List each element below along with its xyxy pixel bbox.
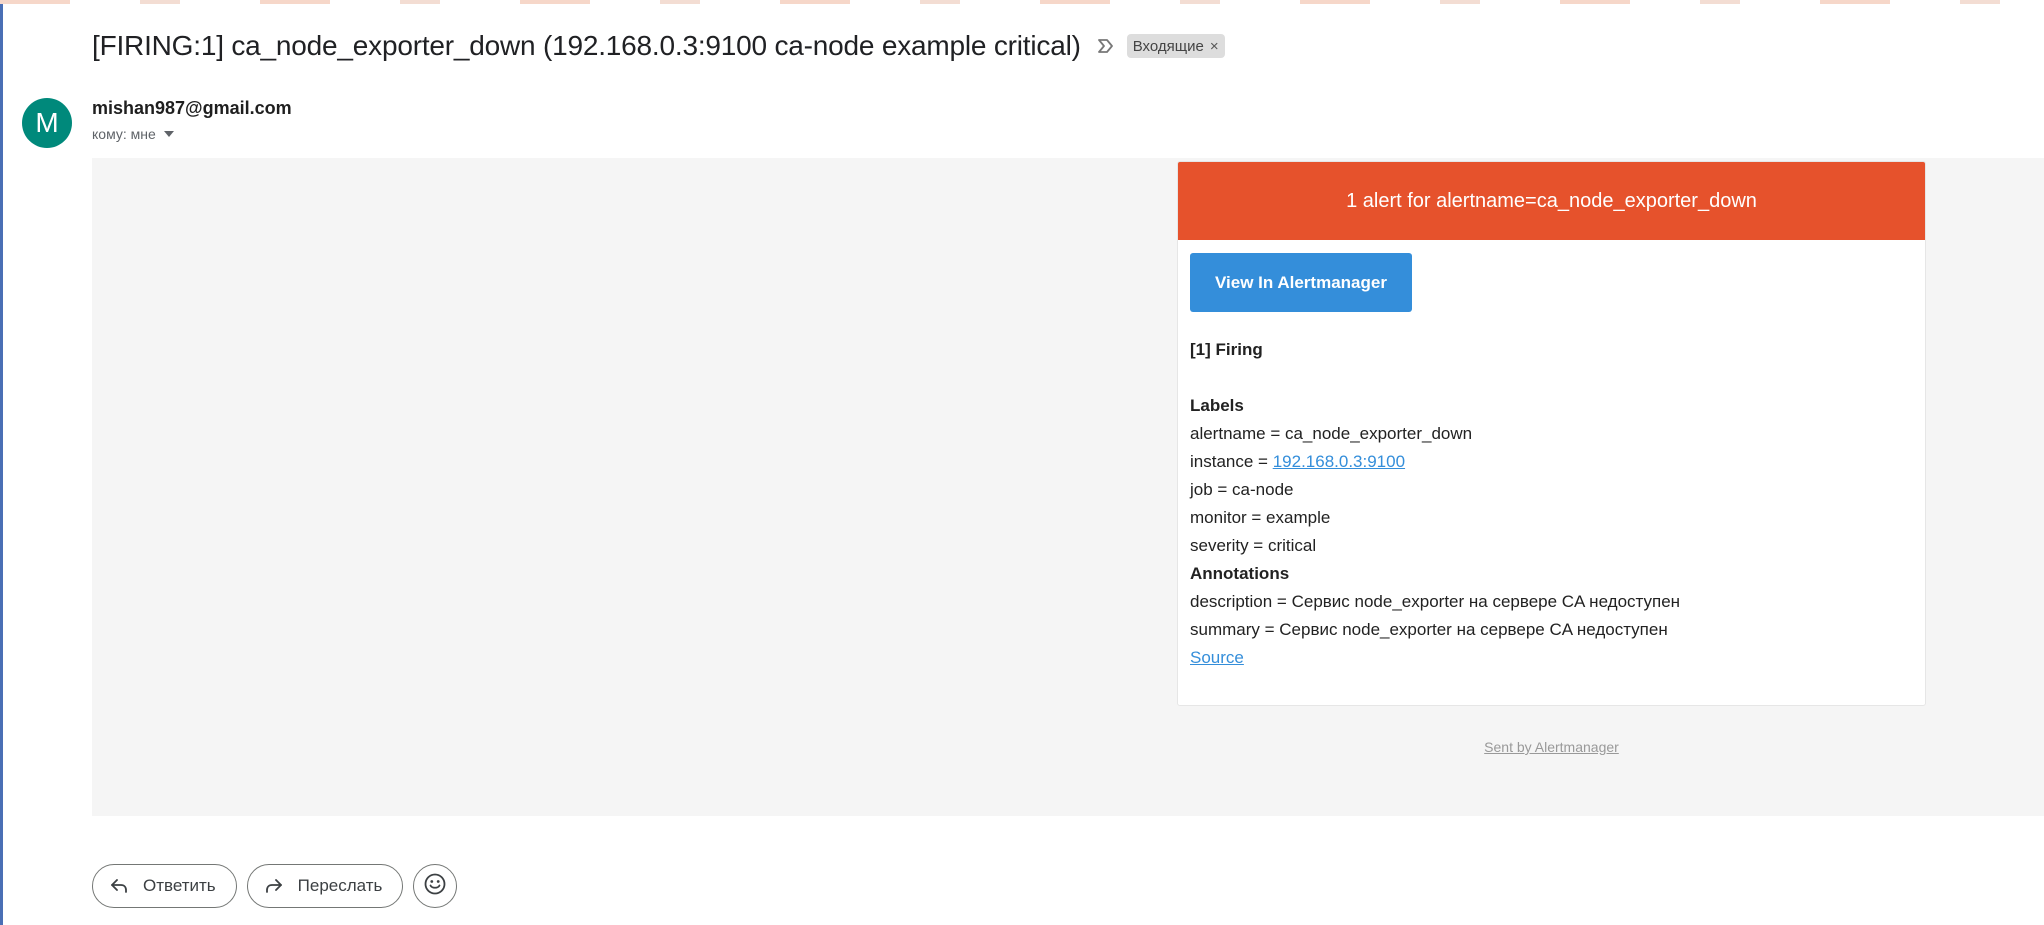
caret-down-icon[interactable] bbox=[163, 131, 174, 137]
alert-content: View In Alertmanager [1] Firing Labels a… bbox=[1178, 240, 1925, 672]
reply-label: Ответить bbox=[143, 876, 216, 895]
recipient-line: кому: мне bbox=[92, 126, 174, 142]
annotation-summary: summary = Сервис node_exporter на сервер… bbox=[1190, 620, 1668, 639]
remove-label-icon[interactable]: × bbox=[1210, 38, 1219, 55]
forward-label: Переслать bbox=[297, 876, 383, 895]
alert-card: 1 alert for alertname=ca_node_exporter_d… bbox=[1177, 161, 1926, 706]
labels-title: Labels bbox=[1190, 396, 1244, 415]
label-alertname: alertname = ca_node_exporter_down bbox=[1190, 424, 1473, 443]
alert-header: 1 alert for alertname=ca_node_exporter_d… bbox=[1178, 162, 1925, 240]
sender-address[interactable]: mishan987@gmail.com bbox=[92, 98, 292, 119]
subject-row: [FIRING:1] ca_node_exporter_down (192.16… bbox=[92, 26, 1225, 66]
importance-marker-icon[interactable] bbox=[1097, 36, 1117, 56]
avatar-letter: M bbox=[35, 107, 59, 138]
message-actions: Ответить Переслать bbox=[92, 864, 458, 908]
instance-link[interactable]: 192.168.0.3:9100 bbox=[1273, 452, 1405, 471]
reply-button[interactable]: Ответить bbox=[92, 864, 237, 908]
reply-arrow-icon bbox=[109, 875, 131, 897]
label-job: job = ca-node bbox=[1190, 480, 1294, 499]
label-instance-prefix: instance = bbox=[1190, 452, 1273, 471]
inbox-label-chip[interactable]: Входящие × bbox=[1126, 34, 1225, 58]
inbox-label-text: Входящие bbox=[1132, 37, 1204, 55]
email-subject: [FIRING:1] ca_node_exporter_down (192.16… bbox=[92, 30, 1081, 61]
window-left-edge bbox=[0, 0, 3, 925]
firing-count: [1] Firing bbox=[1190, 340, 1263, 359]
smiley-icon bbox=[423, 872, 447, 901]
top-accent-strip bbox=[0, 0, 2044, 4]
view-in-alertmanager-button[interactable]: View In Alertmanager bbox=[1190, 253, 1412, 312]
recipient-text: кому: мне bbox=[92, 126, 156, 142]
annotation-description: description = Сервис node_exporter на се… bbox=[1190, 592, 1681, 611]
label-instance: instance = 192.168.0.3:9100 bbox=[1190, 448, 1913, 476]
forward-button[interactable]: Переслать bbox=[246, 864, 404, 908]
source-line: Source bbox=[1190, 644, 1913, 672]
label-monitor: monitor = example bbox=[1190, 508, 1331, 527]
source-link[interactable]: Source bbox=[1190, 648, 1244, 667]
sender-avatar[interactable]: M bbox=[22, 98, 72, 148]
forward-arrow-icon bbox=[264, 875, 286, 897]
label-severity: severity = critical bbox=[1190, 536, 1317, 555]
emoji-reaction-button[interactable] bbox=[413, 864, 458, 908]
sent-by-alertmanager-link[interactable]: Sent by Alertmanager bbox=[1177, 739, 1926, 755]
annotations-title: Annotations bbox=[1190, 564, 1290, 583]
